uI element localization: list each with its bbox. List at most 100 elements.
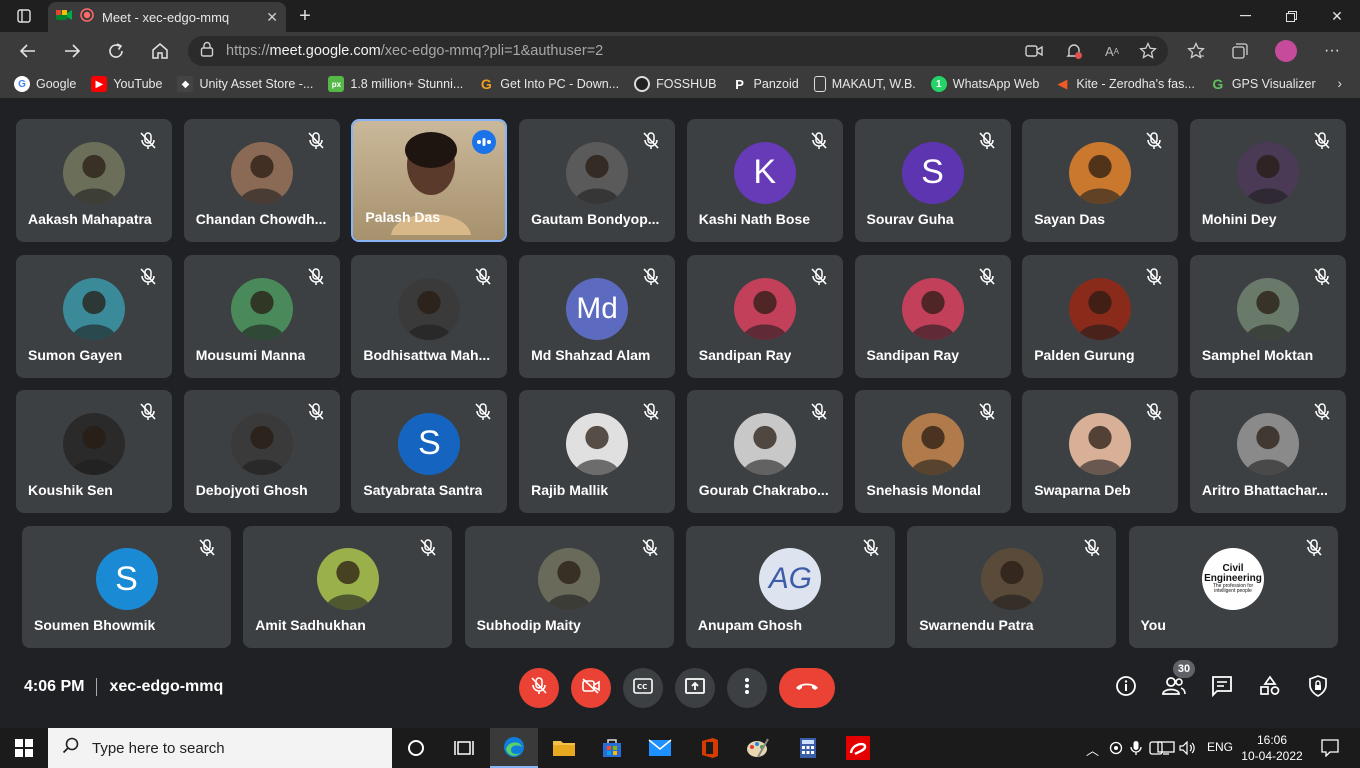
- participant-tile[interactable]: Palash Das: [351, 119, 508, 242]
- lock-icon[interactable]: [200, 41, 214, 62]
- participant-tile[interactable]: S Soumen Bhowmik: [22, 526, 231, 648]
- bookmark-item[interactable]: ◆ Unity Asset Store -...: [177, 76, 313, 92]
- bookmark-item[interactable]: ▶ YouTube: [91, 76, 162, 92]
- participant-tile[interactable]: Rajib Mallik: [519, 390, 676, 513]
- bookmark-item[interactable]: 1 WhatsApp Web: [930, 76, 1039, 92]
- participant-tile[interactable]: Bodhisattwa Mah...: [351, 255, 508, 378]
- bookmark-item[interactable]: P Panzoid: [732, 76, 799, 92]
- taskbar-edge-active[interactable]: [490, 728, 538, 768]
- present-now-button[interactable]: [675, 668, 715, 708]
- participant-tile[interactable]: AG Anupam Ghosh: [685, 526, 895, 648]
- tab-actions-icon[interactable]: [4, 0, 44, 32]
- refresh-icon[interactable]: [104, 39, 128, 63]
- participant-tile[interactable]: Aakash Mahapatra: [16, 119, 172, 242]
- network-tray-icon[interactable]: [1156, 734, 1176, 762]
- participant-tile[interactable]: Sayan Das: [1022, 119, 1179, 242]
- paint-icon[interactable]: [744, 734, 772, 762]
- office-icon[interactable]: [696, 734, 724, 762]
- bookmark-item[interactable]: FOSSHUB: [634, 76, 717, 92]
- airtel-icon[interactable]: [844, 734, 872, 762]
- bookmark-item[interactable]: G Google: [14, 76, 76, 92]
- mic-muted-icon: [1312, 131, 1332, 151]
- forward-arrow-icon[interactable]: [60, 39, 84, 63]
- more-options-button[interactable]: [727, 668, 767, 708]
- mic-muted-icon: [473, 402, 493, 422]
- read-aloud-icon[interactable]: AA: [1100, 39, 1124, 63]
- meeting-details-button[interactable]: [1106, 668, 1146, 708]
- captions-button[interactable]: CC: [623, 668, 663, 708]
- chevron-right-icon[interactable]: ›: [1337, 75, 1342, 91]
- bookmark-item[interactable]: MAKAUT, W.B.: [813, 76, 916, 92]
- browser-tab-meet[interactable]: Meet - xec-edgo-mmq ✕: [48, 2, 286, 32]
- system-clock[interactable]: 16:06 10-04-2022: [1240, 732, 1304, 764]
- language-indicator[interactable]: ENG: [1207, 740, 1233, 754]
- participant-tile[interactable]: Debojyoti Ghosh: [183, 390, 340, 513]
- bookmark-item[interactable]: px 1.8 million+ Stunni...: [328, 76, 463, 92]
- chevron-up-icon[interactable]: ︿: [1086, 740, 1099, 759]
- task-view-icon[interactable]: [450, 734, 478, 762]
- camera-toggle-button[interactable]: [571, 668, 611, 708]
- notifications-blocked-icon[interactable]: [1062, 39, 1086, 63]
- bookmark-item[interactable]: G GPS Visualizer: [1210, 76, 1315, 92]
- avatar-initial: K: [753, 153, 777, 191]
- participant-tile[interactable]: Swaparna Deb: [1022, 390, 1179, 513]
- more-options-icon[interactable]: ···: [1320, 39, 1344, 63]
- leave-call-button[interactable]: [779, 668, 835, 708]
- mic-muted-icon: [138, 131, 158, 151]
- participant-tile[interactable]: Mohini Dey: [1189, 119, 1346, 242]
- participant-tile[interactable]: Samphel Moktan: [1189, 255, 1346, 378]
- camera-permission-icon[interactable]: [1022, 39, 1046, 63]
- cortana-icon[interactable]: [402, 734, 430, 762]
- close-tab-icon[interactable]: ✕: [266, 9, 278, 26]
- participant-tile[interactable]: Amit Sadhukhan: [243, 526, 453, 648]
- participant-tile[interactable]: S Sourav Guha: [854, 119, 1011, 242]
- windows-start-icon[interactable]: [10, 734, 38, 762]
- participant-tile[interactable]: S Satyabrata Santra: [351, 390, 508, 513]
- mic-off-icon: [530, 676, 548, 701]
- minimize-icon[interactable]: [1222, 0, 1268, 32]
- participant-tile[interactable]: Aritro Bhattachar...: [1189, 390, 1346, 513]
- activities-button[interactable]: [1250, 668, 1290, 708]
- participant-tile[interactable]: Koushik Sen: [16, 390, 172, 513]
- microsoft-store-icon[interactable]: [598, 734, 626, 762]
- mail-icon[interactable]: [646, 734, 674, 762]
- participant-name: Debojyoti Ghosh: [195, 482, 308, 498]
- close-window-icon[interactable]: ✕: [1314, 0, 1360, 32]
- participant-tile[interactable]: Gourab Chakrabo...: [686, 390, 843, 513]
- participant-tile[interactable]: Sumon Gayen: [16, 255, 172, 378]
- volume-tray-icon[interactable]: [1178, 734, 1198, 762]
- participant-tile[interactable]: Chandan Chowdh...: [183, 119, 340, 242]
- file-explorer-icon[interactable]: [550, 734, 578, 762]
- profile-avatar-icon[interactable]: [1274, 39, 1298, 63]
- participant-tile[interactable]: Sandipan Ray: [686, 255, 843, 378]
- bookmark-item[interactable]: G Get Into PC - Down...: [478, 76, 619, 92]
- participant-tile[interactable]: Swarnendu Patra: [907, 526, 1117, 648]
- chat-button[interactable]: [1202, 668, 1242, 708]
- new-tab-icon[interactable]: +: [290, 0, 320, 32]
- add-favorite-icon[interactable]: [1136, 39, 1160, 63]
- participant-tile[interactable]: Gautam Bondyop...: [519, 119, 676, 242]
- host-controls-button[interactable]: [1298, 668, 1338, 708]
- mic-toggle-button[interactable]: [519, 668, 559, 708]
- address-bar[interactable]: https://meet.google.com/xec-edgo-mmq?pli…: [188, 36, 1168, 66]
- home-icon[interactable]: [148, 39, 172, 63]
- back-arrow-icon[interactable]: [16, 39, 40, 63]
- restore-icon[interactable]: [1268, 0, 1314, 32]
- notifications-icon[interactable]: [1316, 734, 1344, 762]
- location-tray-icon[interactable]: [1106, 734, 1126, 762]
- bookmark-item[interactable]: ◀ Kite - Zerodha's fas...: [1054, 76, 1194, 92]
- participant-tile[interactable]: Snehasis Mondal: [854, 390, 1011, 513]
- microphone-tray-icon[interactable]: [1126, 734, 1146, 762]
- calculator-icon[interactable]: [794, 734, 822, 762]
- taskbar-search-box[interactable]: Type here to search: [48, 728, 392, 768]
- favorites-icon[interactable]: [1184, 39, 1208, 63]
- collections-icon[interactable]: [1228, 39, 1252, 63]
- participant-tile[interactable]: Civil Engineering The profession for intel…: [1128, 526, 1338, 648]
- participant-tile[interactable]: Sandipan Ray: [854, 255, 1011, 378]
- participant-tile[interactable]: Subhodip Maity: [464, 526, 674, 648]
- participant-tile[interactable]: Palden Gurung: [1022, 255, 1179, 378]
- participant-tile[interactable]: Mousumi Manna: [183, 255, 340, 378]
- participant-tile[interactable]: Md Md Shahzad Alam: [519, 255, 676, 378]
- participant-tile[interactable]: K Kashi Nath Bose: [686, 119, 843, 242]
- mic-muted-icon: [977, 131, 997, 151]
